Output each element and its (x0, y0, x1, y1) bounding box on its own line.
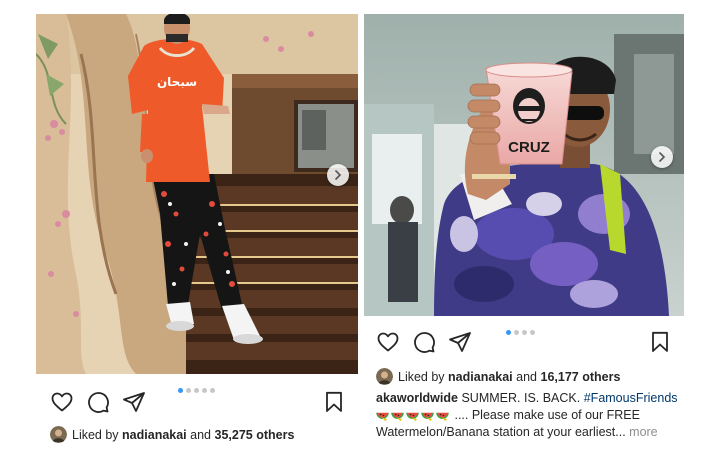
chevron-right-icon (335, 170, 342, 180)
carousel-dot (522, 330, 527, 335)
carousel-dots (506, 330, 535, 335)
caption-text-3: Watermelon/Banana station at your earlie… (376, 425, 626, 439)
liked-by-username[interactable]: nadianakai (122, 428, 187, 442)
save-button[interactable] (322, 390, 346, 414)
likes-summary: Liked by nadianakai and 35,275 others (50, 426, 294, 443)
carousel-dot (530, 330, 535, 335)
comment-icon (414, 332, 435, 353)
carousel-dot (194, 388, 199, 393)
avatar[interactable] (376, 368, 393, 385)
likes-summary: Liked by nadianakai and 16,177 others (376, 368, 620, 385)
carousel-dot (202, 388, 207, 393)
carousel-dots (178, 388, 215, 393)
avatar[interactable] (50, 426, 67, 443)
share-button[interactable] (122, 390, 146, 414)
post-photo-right[interactable]: CRUZ (364, 14, 684, 316)
more-link[interactable]: more (629, 425, 657, 439)
cup-print: CRUZ (508, 139, 550, 156)
carousel-dot (186, 388, 191, 393)
instagram-post-left: سبحان Liked by nadianakai and 35,275 oth… (36, 14, 358, 448)
caption-hashtag[interactable]: #FamousFriends (584, 391, 678, 405)
heart-icon (51, 392, 73, 412)
watermelon-emoji-icon (406, 412, 419, 422)
liked-by-username[interactable]: nadianakai (448, 370, 513, 384)
next-slide-button[interactable] (327, 164, 349, 186)
carousel-dot (514, 330, 519, 335)
comment-icon (88, 392, 109, 413)
watermelon-emoji-icon (376, 412, 389, 422)
caption-text: SUMMER. IS. BACK. (461, 391, 581, 405)
bookmark-icon (652, 331, 668, 352)
photo-man-with-cup: CRUZ (364, 14, 684, 316)
watermelon-emoji-icon (436, 412, 449, 422)
caption-line-3: Watermelon/Banana station at your earlie… (376, 424, 678, 441)
photo-man-on-stairs: سبحان (36, 14, 358, 374)
watermelon-emoji-icon (391, 412, 404, 422)
likes-count[interactable]: 16,177 others (541, 370, 621, 384)
watermelon-emoji-icon (421, 412, 434, 422)
post-caption: akaworldwide SUMMER. IS. BACK. #FamousFr… (376, 390, 678, 441)
save-button[interactable] (648, 330, 672, 354)
bookmark-icon (326, 391, 342, 412)
heart-icon (377, 332, 399, 352)
liked-by-and: and (190, 427, 212, 442)
carousel-dot (506, 330, 511, 335)
share-button[interactable] (448, 330, 472, 354)
comment-button[interactable] (412, 330, 436, 354)
caption-username[interactable]: akaworldwide (376, 391, 458, 405)
share-icon (449, 332, 471, 352)
emoji-group (376, 409, 449, 422)
shirt-print: سبحان (157, 75, 197, 89)
liked-by-prefix: Liked by (72, 427, 119, 442)
caption-line-2: .... Please make use of our FREE (376, 407, 678, 424)
caption-text-2: .... Please make use of our FREE (454, 408, 640, 422)
next-slide-button[interactable] (651, 146, 673, 168)
likes-count[interactable]: 35,275 others (215, 428, 295, 442)
post-photo-left[interactable]: سبحان (36, 14, 358, 374)
like-button[interactable] (376, 330, 400, 354)
chevron-right-icon (659, 152, 666, 162)
liked-by-prefix: Liked by (398, 369, 445, 384)
carousel-dot (210, 388, 215, 393)
share-icon (123, 392, 145, 412)
liked-by-and: and (516, 369, 538, 384)
comment-button[interactable] (86, 390, 110, 414)
instagram-post-right: CRUZ Liked by nadianakai and 16,177 othe… (364, 14, 684, 448)
like-button[interactable] (50, 390, 74, 414)
carousel-dot (178, 388, 183, 393)
caption-line-1: akaworldwide SUMMER. IS. BACK. #FamousFr… (376, 390, 678, 407)
